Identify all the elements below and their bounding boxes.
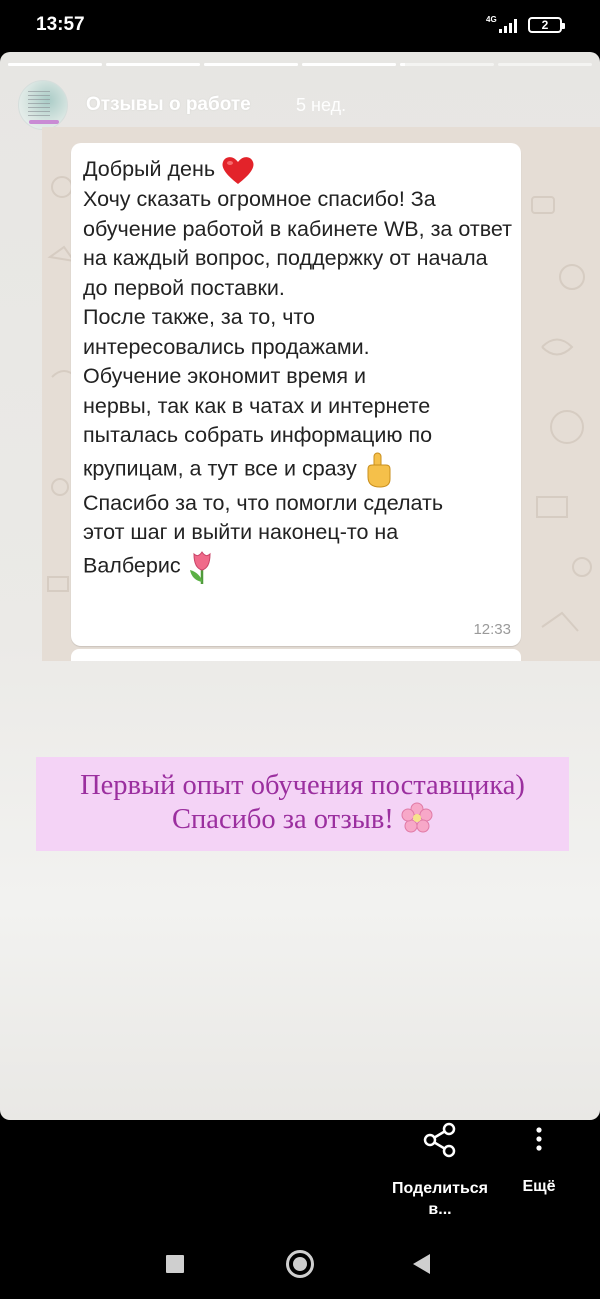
message-line-2-3: Обучение экономит время и — [83, 364, 367, 389]
story-progress-bars — [8, 63, 592, 67]
message-line-2-4: нервы, так как в чатах и интернете — [83, 393, 431, 418]
message-line-3-1: Спасибо за то, что помогли сделать — [83, 490, 444, 515]
heart-icon — [222, 157, 254, 185]
message-line-2-5: пыталась собрать информацию по — [83, 423, 433, 448]
caption-line-2-wrapper: Спасибо за отзыв! — [36, 802, 569, 836]
story-card[interactable]: Отзывы о работе 5 нед. Добрый день Хочу … — [0, 52, 600, 1120]
progress-segment-5 — [400, 63, 494, 66]
share-icon — [423, 1122, 456, 1158]
share-button[interactable]: Поделиться в... — [388, 1120, 492, 1230]
more-vertical-icon — [536, 1127, 542, 1151]
battery-level: 2 — [541, 18, 549, 32]
progress-segment-6 — [498, 63, 592, 66]
more-button[interactable]: Ещё — [510, 1120, 568, 1200]
recents-button[interactable] — [166, 1255, 184, 1273]
message-paragraph-1: Хочу сказать огромное спасибо! За обучен… — [83, 187, 512, 300]
progress-segment-fill — [106, 63, 200, 66]
tulip-icon — [189, 550, 211, 584]
message-line-2-1: После также, за то, что — [83, 305, 315, 330]
progress-segment-fill — [204, 63, 298, 66]
post-age: 5 нед. — [296, 95, 347, 115]
message-line-3-3: Валберис — [83, 553, 181, 578]
message-line-3-2: этот шаг и выйти наконец-то на — [83, 520, 399, 545]
progress-segment-1 — [8, 63, 102, 66]
signal-icon — [499, 19, 517, 33]
progress-segment-3 — [204, 63, 298, 66]
story-actions-bar: Поделиться в... Ещё — [0, 1120, 600, 1234]
cherry-blossom-icon — [401, 802, 433, 833]
battery-icon: 2 — [528, 17, 565, 33]
chat-message-bubble: Добрый день Хочу сказать огромное спасиб… — [71, 143, 521, 646]
system-nav-bar — [0, 1234, 600, 1299]
status-time: 13:57 — [36, 14, 85, 35]
avatar[interactable] — [18, 80, 68, 130]
caption-line-2: Спасибо за отзыв! — [172, 804, 394, 835]
network-type-label: 4G — [486, 15, 497, 24]
progress-segment-4 — [302, 63, 396, 66]
chat-screenshot: Добрый день Хочу сказать огромное спасиб… — [42, 127, 600, 661]
story-header: Отзывы о работе 5 нед. — [18, 80, 578, 130]
back-button[interactable] — [413, 1254, 430, 1274]
chat-message-text: Добрый день Хочу сказать огромное спасиб… — [83, 155, 513, 586]
pointing-up-icon — [367, 452, 391, 488]
message-line-2-2: интересовались продажами. — [83, 334, 370, 359]
progress-segment-fill — [302, 63, 396, 66]
message-time: 12:33 — [473, 621, 511, 638]
account-name[interactable]: Отзывы о работе — [86, 94, 251, 116]
avatar-document-graphic — [28, 91, 50, 117]
progress-segment-fill — [400, 63, 405, 66]
status-bar: 13:57 4G 2 — [0, 0, 600, 52]
progress-segment-2 — [106, 63, 200, 66]
caption-box: Первый опыт обучения поставщика) Спасибо… — [36, 757, 569, 851]
progress-segment-fill — [8, 63, 102, 66]
message-greeting: Добрый день — [83, 157, 216, 181]
message-line-2-6: крупицам, а тут все и сразу — [83, 456, 357, 481]
more-label: Ещё — [522, 1178, 556, 1195]
share-label: Поделиться в... — [391, 1180, 489, 1218]
caption-line-1: Первый опыт обучения поставщика) — [80, 770, 525, 801]
avatar-tag-graphic — [29, 120, 59, 124]
next-message-bubble-edge — [71, 649, 521, 661]
home-button[interactable] — [286, 1250, 314, 1278]
